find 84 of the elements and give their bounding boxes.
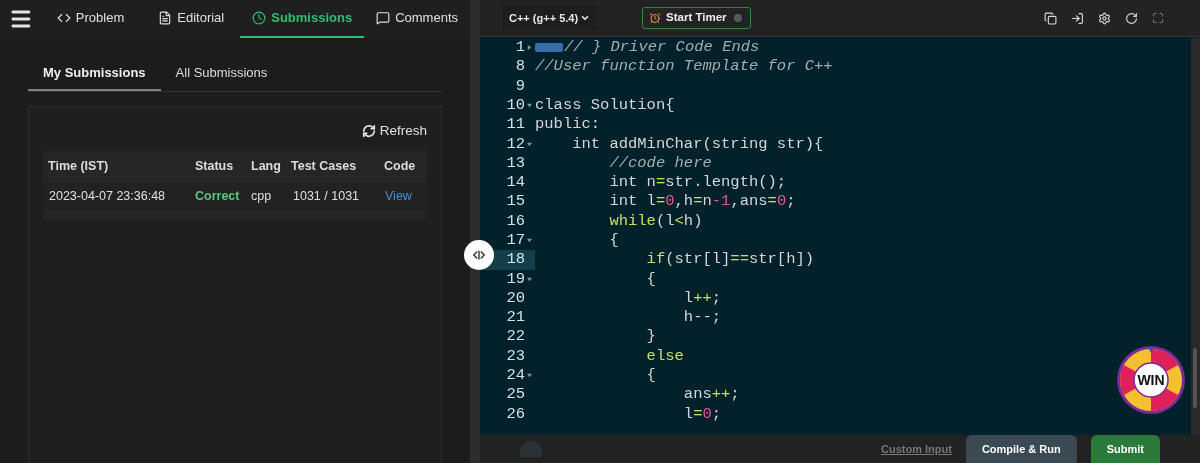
line-number: 13	[506, 152, 525, 174]
line-number: 15	[506, 191, 525, 213]
line-number: 16	[506, 210, 525, 232]
code-line: //code here	[608, 152, 712, 174]
problem-tab[interactable]: Editorial	[146, 0, 237, 38]
line-number: 8	[515, 56, 525, 78]
win-wheel-badge[interactable]: WIN	[1116, 345, 1186, 415]
code-line: }	[645, 326, 656, 348]
refresh-icon	[361, 124, 376, 139]
settings-icon[interactable]	[1098, 11, 1111, 25]
line-number: 18	[506, 249, 525, 271]
splitter-bar[interactable]	[470, 0, 480, 463]
code-line: {	[645, 268, 656, 290]
caret-icon	[580, 13, 591, 23]
compile-run-button[interactable]: Compile & Run	[965, 435, 1077, 463]
code-line: {	[608, 230, 619, 251]
table-cell-text: Correct	[195, 188, 241, 206]
column-header: Code	[383, 158, 416, 176]
code-line: class Solution{	[535, 94, 675, 116]
scrollbar-thumb[interactable]	[1193, 348, 1197, 408]
reset-icon[interactable]	[1125, 11, 1138, 25]
code-line: public:	[535, 114, 601, 136]
start-timer-button[interactable]: Start Timer	[642, 7, 751, 29]
code-line: else	[645, 345, 684, 367]
column-header: Time (IST)	[47, 158, 110, 176]
table-cell-text: 1031 / 1031	[292, 188, 361, 206]
code-line: // } Driver Code Ends	[564, 37, 760, 59]
line-number: 26	[506, 403, 525, 425]
line-number: 24	[506, 365, 525, 387]
line-number: 22	[506, 326, 525, 348]
submit-button[interactable]: Submit	[1090, 435, 1160, 463]
speech-bubble-icon	[376, 11, 391, 25]
column-header: Status	[195, 158, 235, 176]
problem-tab[interactable]: Problem	[44, 0, 137, 38]
column-header: Test Cases	[290, 158, 358, 176]
folded-code-marker[interactable]	[535, 43, 563, 53]
line-number: 11	[506, 114, 525, 136]
custom-input-link[interactable]: Custom Input	[881, 440, 952, 458]
code-line: {	[645, 365, 656, 387]
column-header: Lang	[251, 158, 282, 176]
import-icon[interactable]	[1071, 11, 1084, 25]
table-cell-text: 2023-04-07 23:36:48	[48, 188, 167, 206]
play-icon	[731, 12, 744, 24]
problem-tab[interactable]: Submissions	[240, 0, 365, 38]
code-line: //User function Template for C++	[535, 56, 833, 78]
fold-arrow-icon[interactable]	[527, 103, 532, 109]
code-line: while(l<h)	[608, 210, 703, 232]
view-link[interactable]: View	[376, 187, 416, 207]
fold-arrow-icon[interactable]	[527, 276, 532, 282]
line-number: 12	[506, 133, 525, 155]
line-number: 19	[506, 268, 525, 290]
code-line: int l=0,h=n-1,ans=0;	[608, 191, 796, 213]
code-line: h--;	[682, 307, 722, 329]
code-line: ans++;	[682, 384, 740, 406]
problem-tab[interactable]: Comments	[364, 0, 470, 38]
refresh-button[interactable]: Refresh	[361, 121, 427, 142]
copy-icon[interactable]	[1044, 11, 1057, 25]
line-number: 9	[515, 75, 525, 97]
code-line: int n=str.length();	[608, 172, 787, 194]
table-cell-text: cpp	[251, 188, 273, 206]
fold-arrow-icon[interactable]	[527, 45, 532, 51]
line-number: 1	[515, 37, 525, 59]
line-number: 25	[506, 384, 525, 406]
fold-arrow-icon[interactable]	[527, 238, 532, 244]
line-number: 20	[506, 287, 525, 309]
submissions-tab[interactable]: All Submissions	[160, 56, 283, 91]
code-line: if(str[l]==str[h])	[645, 249, 815, 271]
fold-arrow-icon[interactable]	[527, 141, 532, 147]
line-number: 21	[506, 307, 525, 329]
line-number: 17	[506, 230, 525, 251]
clock-icon	[252, 11, 267, 25]
fold-arrow-icon[interactable]	[527, 373, 532, 379]
document-icon	[158, 11, 173, 25]
code-icon	[56, 11, 71, 25]
language-dropdown[interactable]: C++ (g++ 5.4)	[502, 5, 598, 31]
code-line: int addMinChar(string str){	[571, 133, 824, 155]
submissions-tab[interactable]: My Submissions	[28, 56, 161, 91]
line-number: 14	[506, 172, 525, 194]
alarm-clock-icon	[649, 12, 662, 24]
fullscreen-icon[interactable]	[1152, 12, 1164, 24]
line-number: 10	[506, 94, 525, 116]
code-line: l++;	[682, 287, 722, 309]
code-line: l=0;	[682, 403, 722, 425]
line-number: 23	[506, 345, 525, 367]
